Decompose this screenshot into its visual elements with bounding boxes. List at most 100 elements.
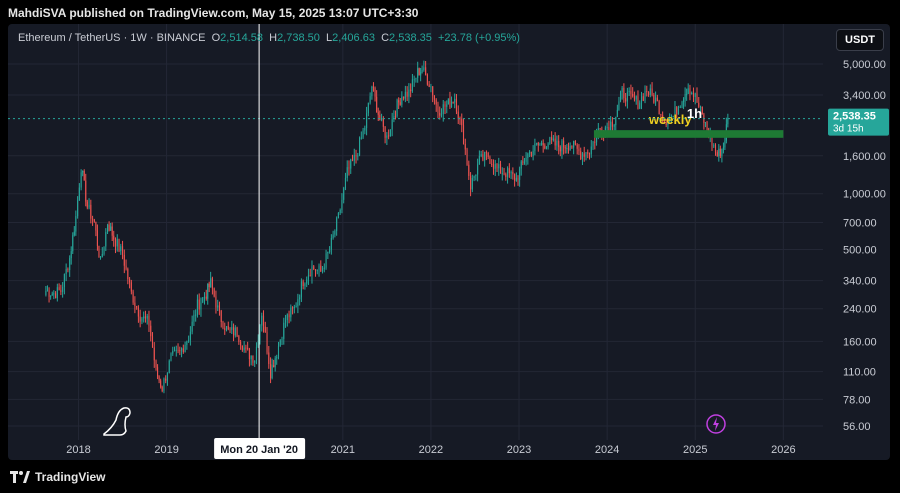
candle-body	[514, 174, 516, 181]
candle-body	[369, 96, 371, 103]
candle-body	[161, 386, 163, 392]
candle-body	[585, 152, 587, 157]
lightning-icon[interactable]	[706, 414, 726, 434]
candle-body	[300, 281, 302, 298]
x-tick-label: 2026	[771, 444, 795, 456]
chart-panel[interactable]: weekly 1h 5,000.00 3,400.00 1,600.00 1,000.00…	[8, 24, 890, 460]
candle-body	[696, 93, 698, 103]
candle-body	[304, 283, 306, 287]
candle-body	[155, 360, 157, 368]
candle-body	[240, 341, 242, 346]
candle-body	[238, 336, 240, 342]
candle-body	[88, 204, 90, 208]
candle-body	[288, 314, 290, 318]
candle-body	[95, 221, 97, 231]
candle-body	[348, 167, 350, 169]
candle-body	[421, 70, 423, 73]
candle-body	[724, 140, 726, 148]
candle-body	[111, 226, 113, 236]
candle-body	[721, 148, 723, 157]
candle-body	[172, 350, 174, 354]
candle-body	[313, 266, 315, 270]
support-zone	[593, 130, 784, 138]
symbol-legend: Ethereum / TetherUS · 1W · BINANCE O2,51…	[18, 32, 520, 44]
candle-body	[55, 293, 57, 299]
dino-mascot-icon[interactable]	[103, 407, 131, 436]
candle-body	[679, 106, 681, 108]
candle-body	[107, 224, 109, 233]
candle-body	[537, 143, 539, 146]
candle-body	[90, 204, 92, 219]
y-tick-label: 700.00	[843, 217, 877, 229]
candle-body	[360, 137, 362, 139]
candle-body	[566, 148, 568, 150]
candle-body	[523, 161, 526, 163]
candle-body	[681, 102, 683, 107]
candle-body	[332, 234, 334, 239]
candle-body	[58, 287, 60, 291]
candle-body	[182, 348, 184, 353]
candle-body	[628, 91, 630, 93]
candle-body	[184, 345, 186, 353]
candle-body	[611, 121, 613, 127]
candle-body	[247, 347, 249, 349]
candle-body	[447, 98, 449, 105]
y-tick-label: 340.00	[843, 276, 877, 288]
candle-body	[719, 148, 721, 157]
dino-mascot-shape	[103, 407, 131, 436]
candle-body	[252, 355, 254, 363]
y-tick-label: 3,400.00	[843, 90, 886, 102]
candle-body	[590, 146, 592, 155]
candle-body	[188, 340, 190, 342]
candle-body	[355, 154, 357, 157]
candle-body	[362, 130, 364, 138]
candle-body	[195, 314, 197, 316]
candle-body	[277, 345, 280, 358]
candle-body	[48, 290, 50, 297]
candle-body	[78, 187, 80, 201]
candle-body	[165, 378, 167, 381]
candle-body	[580, 151, 582, 160]
candle-body	[517, 177, 519, 180]
candle-body	[65, 269, 67, 275]
candle-body	[388, 135, 390, 137]
candle-body	[498, 164, 500, 169]
candle-body	[626, 91, 628, 102]
candle-body	[706, 122, 708, 130]
candle-body	[618, 101, 620, 110]
high-value: 2,738.50	[277, 32, 320, 44]
candle-body	[499, 164, 502, 174]
candle-body	[123, 254, 125, 266]
candle-body	[549, 137, 551, 144]
candle-body	[306, 279, 308, 284]
y-tick-label: 1,000.00	[843, 189, 886, 201]
candle-body	[200, 302, 202, 310]
candle-body	[320, 265, 322, 272]
candle-body	[578, 148, 580, 152]
candle-body	[525, 157, 527, 162]
candle-body	[536, 143, 538, 145]
candle-body	[435, 99, 437, 105]
currency-button[interactable]: USDT	[836, 29, 884, 51]
candle-body	[630, 91, 632, 94]
candle-body	[350, 159, 352, 169]
price-chart[interactable]: weekly1h5,000.003,400.001,600.001,000.00…	[8, 24, 890, 460]
candle-body	[50, 295, 52, 297]
candle-body	[130, 282, 132, 292]
candle-body	[394, 116, 397, 118]
candle-body	[234, 327, 236, 336]
candle-body	[82, 170, 84, 173]
candle-body	[158, 376, 160, 381]
candle-body	[704, 122, 707, 124]
candle-body	[93, 219, 95, 222]
candle-body	[567, 148, 570, 151]
candle-body	[401, 96, 403, 105]
candle-body	[507, 168, 509, 177]
candle-body	[196, 299, 198, 315]
high-label: H	[269, 32, 278, 44]
candle-body	[482, 154, 484, 161]
candle-body	[404, 91, 406, 99]
candle-body	[389, 129, 391, 137]
candle-body	[83, 170, 85, 181]
candle-body	[559, 147, 561, 152]
